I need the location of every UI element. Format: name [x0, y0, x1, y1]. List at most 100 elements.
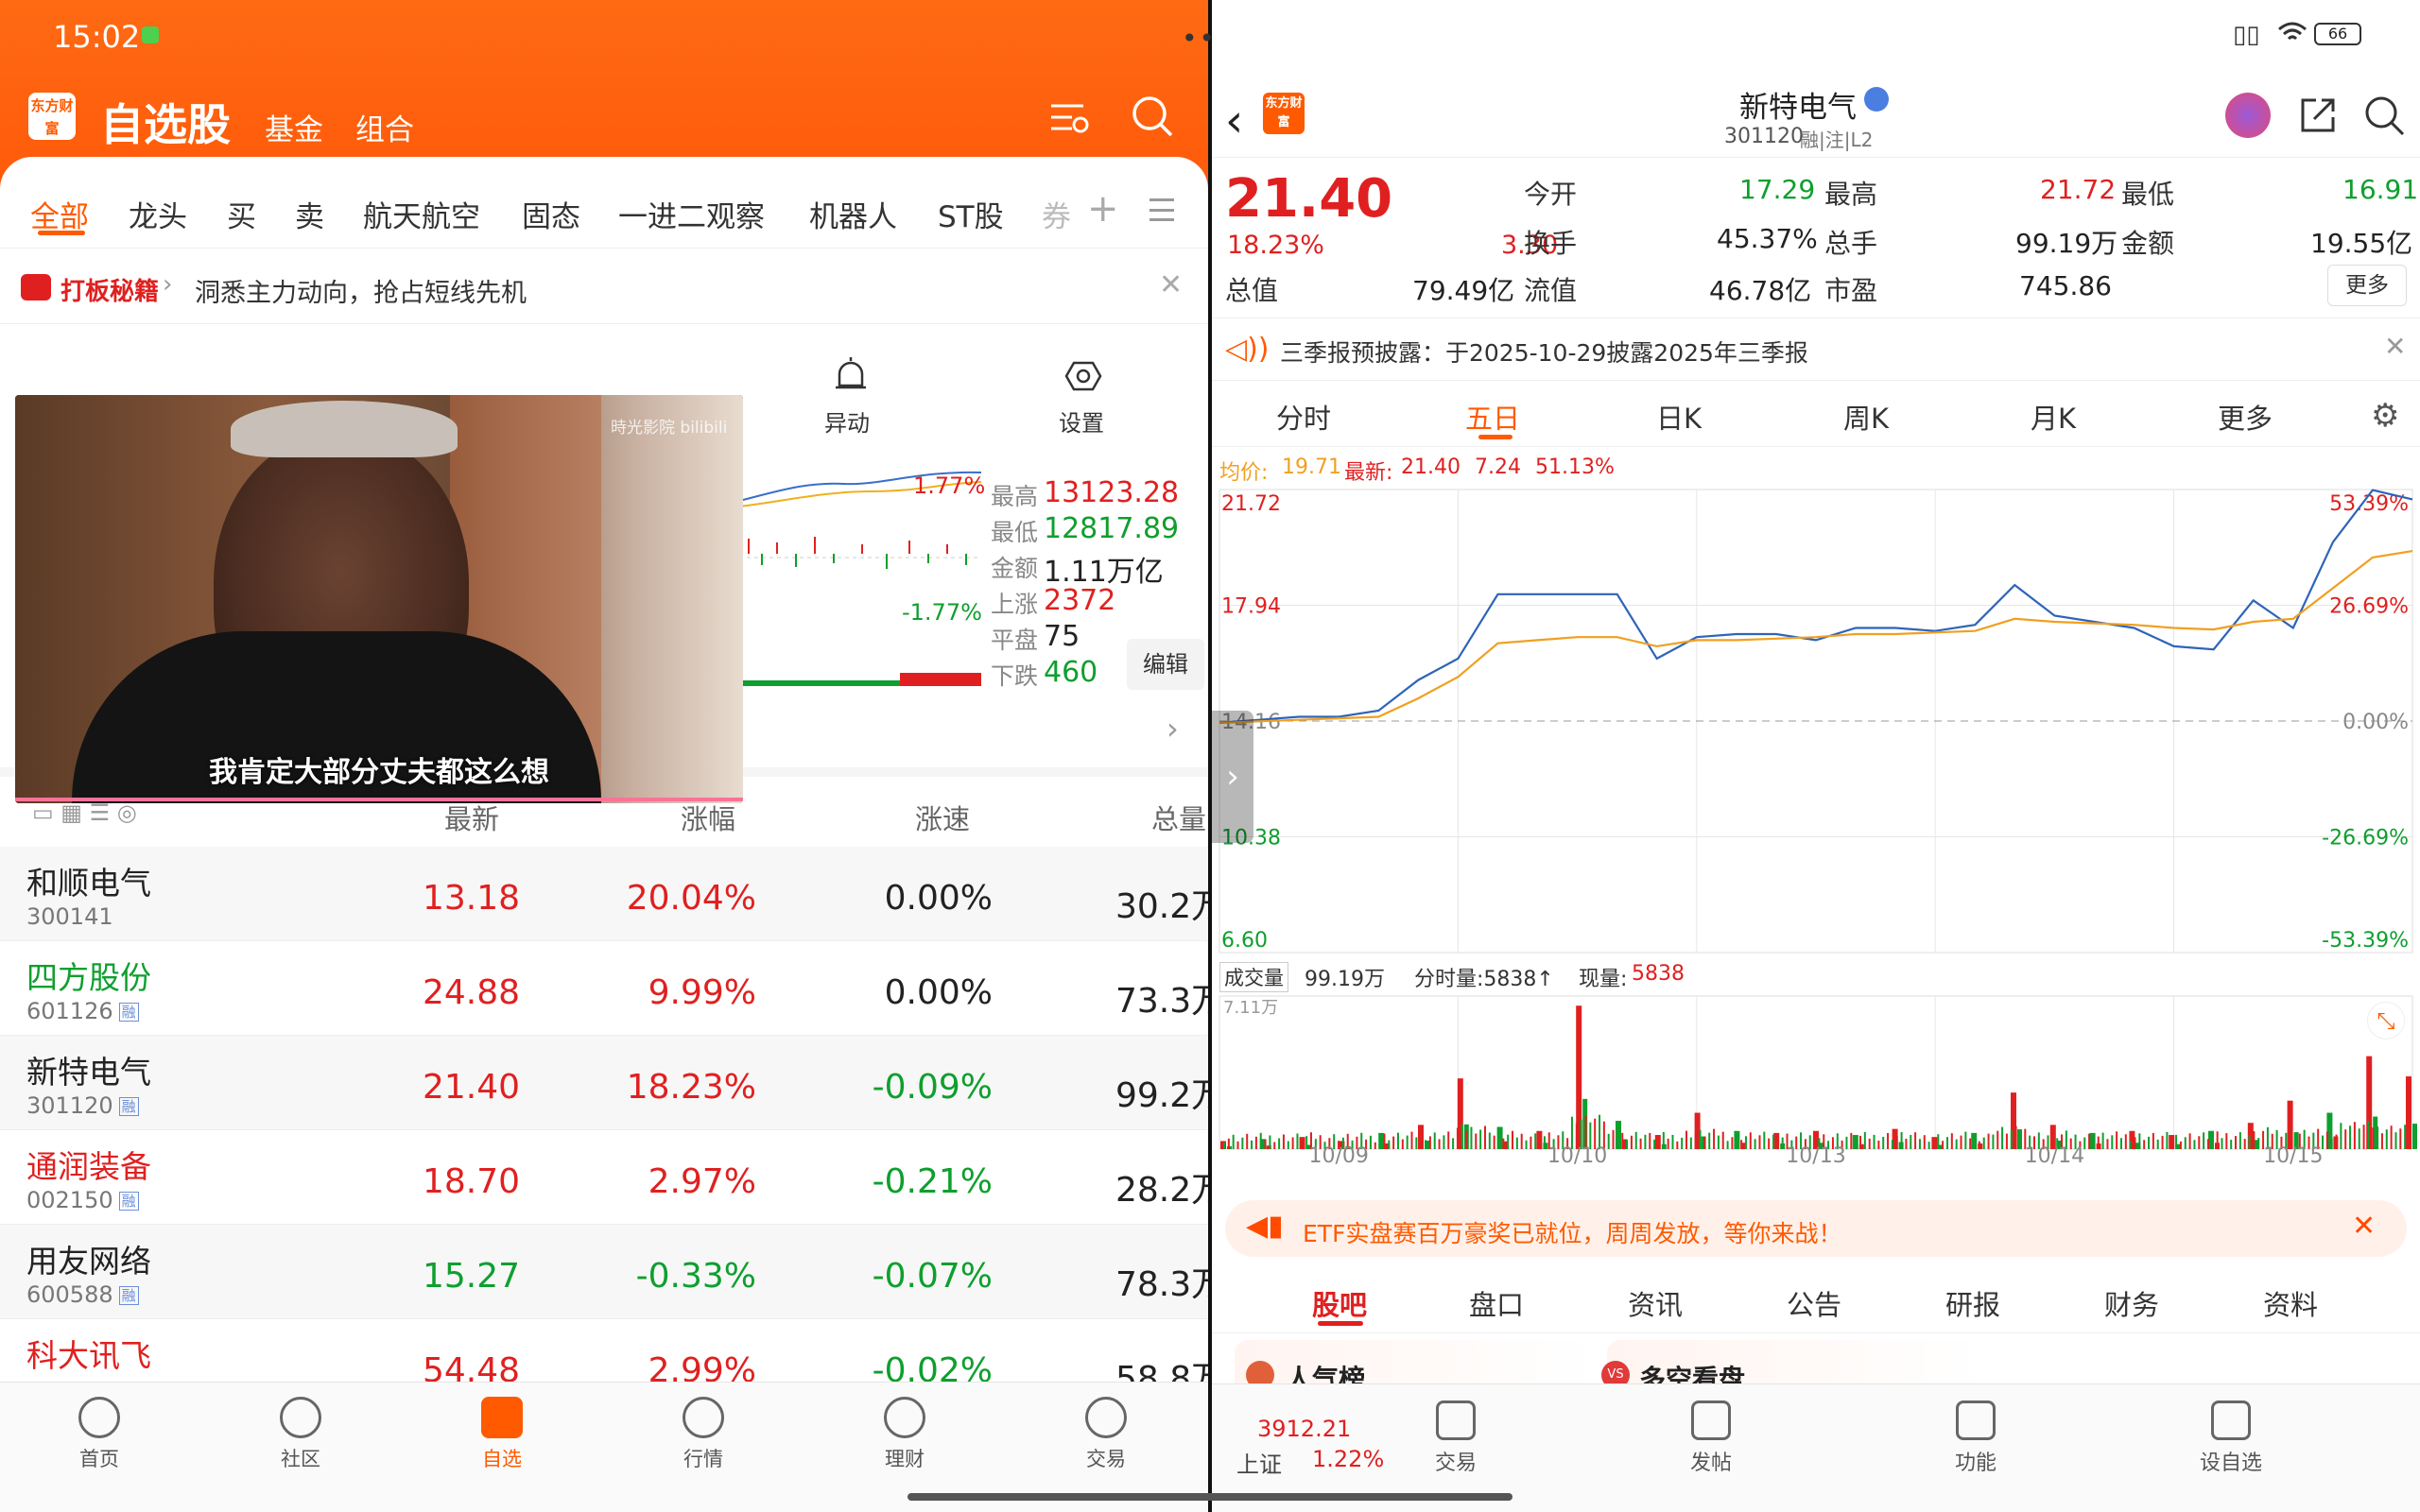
back-icon[interactable]: ‹ [1225, 94, 1243, 147]
search-icon[interactable] [2363, 94, 2405, 136]
volume-tick [1945, 1137, 1948, 1149]
tab-news[interactable]: 资讯 [1628, 1283, 1683, 1323]
col-change[interactable]: 涨幅 [681, 798, 735, 837]
volume-chart[interactable]: 7.11万 10/09 10/10 10/13 10/14 10/15 [1212, 992, 2420, 1181]
volume-tick [1776, 1141, 1779, 1149]
fullscreen-icon[interactable]: ⤡ [2367, 1002, 2405, 1040]
tool-label-settings[interactable]: 设置 [1059, 404, 1104, 438]
tab-broker[interactable]: 券 [1042, 193, 1071, 235]
edit-button[interactable]: 编辑 [1127, 639, 1204, 690]
home-indicator[interactable] [908, 1493, 1512, 1501]
col-speed[interactable]: 涨速 [915, 798, 970, 837]
close-icon[interactable]: ✕ [2384, 331, 2406, 362]
alarm-icon[interactable] [832, 355, 870, 393]
tab-announcements[interactable]: 公告 [1787, 1283, 1841, 1323]
nav-item[interactable]: 功能 [1919, 1400, 2032, 1476]
tool-label-movement[interactable]: 异动 [824, 404, 870, 438]
nav-item[interactable]: 发帖 [1654, 1400, 1768, 1476]
tab-weekly-k[interactable]: 周K [1843, 397, 1889, 437]
volume-tick [2188, 1133, 2191, 1149]
expand-panel-icon[interactable]: › [1212, 711, 1253, 843]
chevron-right-icon[interactable]: › [1167, 711, 1179, 747]
more-button[interactable]: 更多 [2327, 265, 2407, 306]
share-icon[interactable] [2297, 94, 2339, 136]
nav-item[interactable]: 设自选 [2174, 1400, 2288, 1476]
code-text: 002150 [26, 1187, 113, 1213]
settings-list-icon[interactable] [1049, 102, 1089, 134]
table-row[interactable]: 四方股份601126 融 24.88 9.99% 0.00% 73.3万 [0, 941, 1208, 1036]
banner-tag[interactable]: 打板秘籍 [60, 272, 159, 307]
video-progress[interactable] [15, 798, 743, 801]
page-title[interactable]: 自选股 [100, 91, 231, 153]
volume-tick [1858, 1135, 1861, 1149]
volume-tick [2170, 1138, 2173, 1149]
nav-item[interactable]: 交易 [1045, 1397, 1167, 1472]
view-icons[interactable]: ▭ ▦ ☰ ◎ [32, 799, 137, 826]
vol-label[interactable]: 成交量 [1219, 962, 1288, 992]
notice-text[interactable]: 三季报预披露：于2025-10-29披露2025年三季报 [1280, 335, 1808, 369]
video-overlay[interactable]: 時光影院 bilibili 我肯定大部分丈夫都这么想 [15, 395, 743, 803]
change-cell: -0.33% [635, 1257, 756, 1296]
tab-one-to-two[interactable]: 一进二观察 [618, 193, 765, 235]
tab-five-day[interactable]: 五日 [1465, 397, 1520, 437]
volume-tick [2385, 1129, 2388, 1149]
tab-profile[interactable]: 资料 [2263, 1283, 2318, 1323]
close-icon[interactable]: ✕ [2352, 1210, 2376, 1243]
volume-tick [1479, 1129, 1482, 1149]
volume-tick [2206, 1139, 2209, 1149]
tab-daily-k[interactable]: 日K [1656, 397, 1702, 437]
banner-text[interactable]: 洞悉主力动向，抢占短线先机 [195, 272, 527, 309]
tab-st-stocks[interactable]: ST股 [938, 193, 1004, 235]
robot-avatar-icon[interactable] [2225, 93, 2271, 138]
tab-portfolio[interactable]: 组合 [355, 106, 414, 148]
menu-icon[interactable] [1150, 198, 1174, 221]
price-chart[interactable]: 21.72 53.39%17.94 26.69%14.16 0.00%10.38 -26… [1212, 484, 2420, 956]
tab-sell[interactable]: 卖 [295, 193, 324, 235]
col-volume[interactable]: 总量 [1151, 798, 1206, 837]
volume-tick [1667, 1138, 1669, 1149]
add-tab-icon[interactable]: + [1087, 187, 1119, 231]
tab-forum[interactable]: 股吧 [1312, 1283, 1367, 1323]
tab-aerospace[interactable]: 航天航空 [363, 193, 480, 235]
video-hair [231, 401, 458, 457]
settings-icon[interactable] [1064, 357, 1102, 395]
tab-solid-state[interactable]: 固态 [522, 193, 580, 235]
table-row[interactable]: 新特电气301120 融 21.40 18.23% -0.09% 99.2万 [0, 1036, 1208, 1130]
table-row[interactable]: 和顺电气300141 13.18 20.04% 0.00% 30.2万 [0, 847, 1208, 941]
tab-fund[interactable]: 基金 [265, 106, 323, 148]
index-value[interactable]: 3912.21 [1257, 1416, 1351, 1442]
volume-tick [2409, 1131, 2411, 1149]
gear-icon[interactable]: ⚙ [2371, 397, 2399, 435]
tab-more[interactable]: 更多 [2218, 397, 2273, 437]
tab-intraday[interactable]: 分时 [1276, 397, 1331, 437]
tab-research[interactable]: 研报 [1945, 1283, 2000, 1323]
search-icon[interactable] [1131, 94, 1174, 138]
tab-five-day-indicator [1478, 435, 1512, 439]
nav-item[interactable]: 首页 [38, 1397, 161, 1472]
tab-all[interactable]: 全部 [30, 193, 89, 235]
tab-leader[interactable]: 龙头 [129, 193, 187, 235]
nav-item[interactable]: 行情 [642, 1397, 765, 1472]
nav-item[interactable]: 自选 [441, 1397, 563, 1472]
nav-icon [78, 1397, 120, 1438]
price-cell: 15.27 [422, 1257, 520, 1296]
col-latest[interactable]: 最新 [444, 798, 499, 837]
close-icon[interactable]: ✕ [1159, 268, 1183, 301]
table-row[interactable]: 通润装备002150 融 18.70 2.97% -0.21% 28.2万 [0, 1130, 1208, 1225]
volume-tick [1955, 1139, 1958, 1149]
tab-orderbook[interactable]: 盘口 [1469, 1283, 1524, 1323]
tab-buy[interactable]: 买 [227, 193, 256, 235]
table-row[interactable]: 用友网络600588 融 15.27 -0.33% -0.07% 78.3万 [0, 1225, 1208, 1319]
tab-financials[interactable]: 财务 [2104, 1283, 2159, 1323]
volume-tick [1932, 1138, 1935, 1149]
latest-pct: 51.13% [1535, 455, 1615, 479]
nav-item[interactable]: 交易 [1399, 1400, 1512, 1476]
tab-monthly-k[interactable]: 月K [2031, 397, 2076, 437]
volume-tick [1850, 1132, 1853, 1149]
nav-item[interactable]: 社区 [239, 1397, 362, 1472]
volume-tick [1241, 1137, 1244, 1149]
tab-robot[interactable]: 机器人 [809, 193, 897, 235]
nav-item[interactable]: 理财 [843, 1397, 966, 1472]
index-name[interactable]: 上证 [1236, 1446, 1282, 1479]
etf-banner-text[interactable]: ETF实盘赛百万豪奖已就位，周周发放，等你来战！ [1303, 1215, 1841, 1249]
